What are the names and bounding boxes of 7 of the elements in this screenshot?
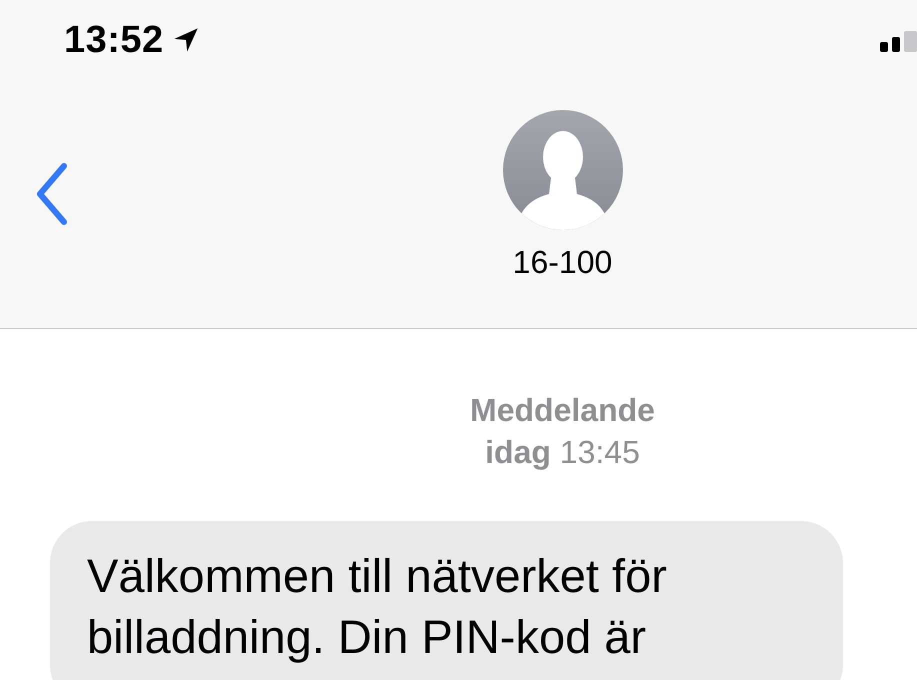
message-timestamp: idag 13:45 — [485, 433, 640, 472]
avatar-icon[interactable] — [502, 110, 622, 230]
status-time: 13:52 — [64, 18, 164, 62]
contact-name: 16-100 — [512, 244, 612, 281]
message-bubble: Välkommen till nätverket för billaddning. Din PIN-kod är — [50, 521, 843, 680]
location-arrow-icon — [172, 26, 200, 54]
service-label: Meddelande — [470, 391, 655, 430]
